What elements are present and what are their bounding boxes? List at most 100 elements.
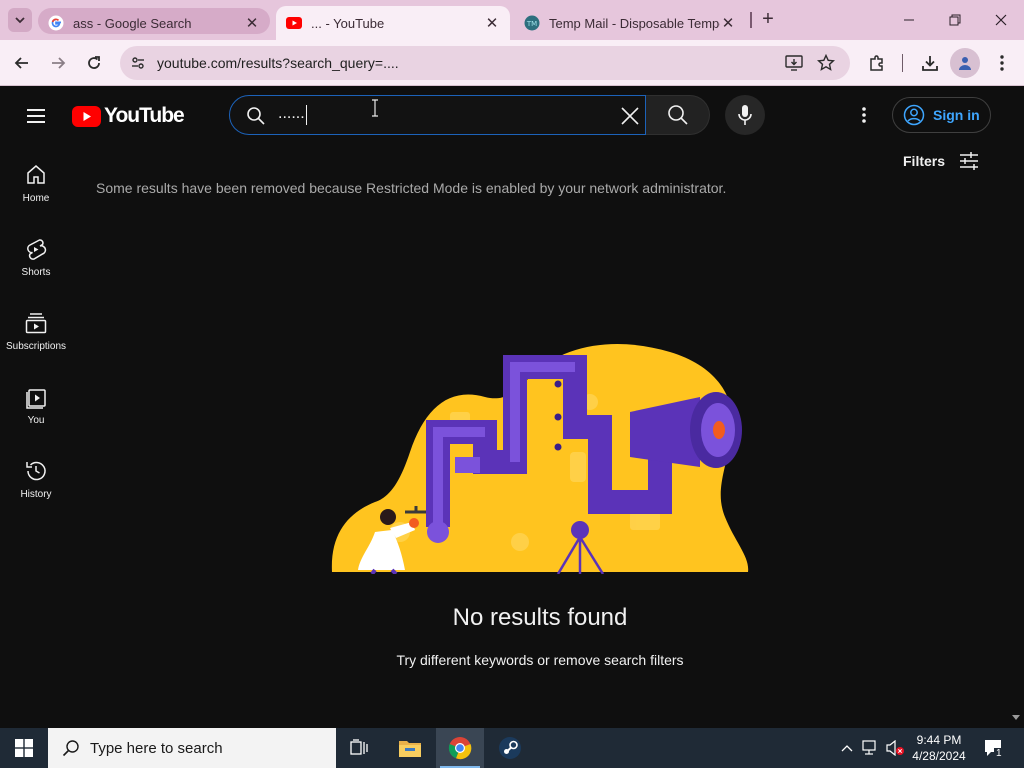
system-clock[interactable]: 9:44 PM 4/28/2024 [906,732,972,764]
steam-taskbar-button[interactable] [486,728,534,768]
guide-item-home[interactable]: Home [4,143,68,217]
account-circle-icon [903,104,925,126]
speaker-muted-icon [886,740,904,756]
scrollbar-down-arrow[interactable] [1012,715,1020,720]
tab-title: ass - Google Search [73,15,192,31]
youtube-logo[interactable]: YouTube [72,104,185,128]
guide-item-shorts[interactable]: Shorts [4,217,68,291]
back-button[interactable] [10,51,34,75]
avatar-icon [959,57,971,70]
text-cursor-icon [372,99,378,117]
history-icon [26,461,46,481]
site-settings-icon[interactable] [128,53,148,73]
restore-button[interactable] [932,0,978,40]
logo-text: YouTube [104,104,185,127]
restore-icon [949,14,961,26]
minimize-icon [904,19,914,21]
close-icon[interactable]: ✕ [720,15,736,32]
filters-button[interactable]: Filters [903,149,981,173]
guide-item-you[interactable]: You [4,365,68,439]
browser-toolbar: youtube.com/results?search_query=.... [0,40,1024,86]
volume-button[interactable] [884,728,906,768]
new-tab-button[interactable]: + [758,9,778,30]
hamburger-line [27,115,45,117]
youtube-play-icon [286,15,302,31]
notification-count: 1 [994,748,1004,759]
close-icon [995,14,1007,26]
start-button[interactable] [0,728,48,768]
youtube-page: YouTube ...... Sign in Home Shorts Subsc… [0,87,1024,728]
kebab-menu-icon [1000,55,1004,71]
sign-in-button[interactable]: Sign in [892,97,991,133]
url-text: youtube.com/results?search_query=.... [157,55,399,71]
search-query-text: ...... [278,105,307,125]
home-icon [27,165,45,184]
network-status-button[interactable] [860,728,882,768]
downloads-button[interactable] [918,51,942,75]
no-results-illustration [331,344,749,574]
shorts-icon [27,239,47,260]
chevron-up-icon [841,745,853,752]
close-window-button[interactable] [978,0,1024,40]
tab-google-search[interactable]: ass - Google Search ✕ [38,6,270,40]
windows-logo-icon [15,739,33,757]
show-hidden-icons-button[interactable] [838,728,856,768]
settings-menu-button[interactable] [852,103,876,127]
chrome-icon [448,737,472,760]
subscriptions-icon [25,313,47,334]
kebab-menu-icon [862,107,866,123]
tab-search-button[interactable] [8,8,32,32]
hamburger-line [27,121,45,123]
guide-item-label: Home [22,193,50,204]
guide-menu-button[interactable] [24,105,48,129]
close-icon[interactable]: ✕ [244,15,260,32]
folder-icon [399,741,421,757]
search-button[interactable] [646,95,710,135]
windows-taskbar: Type here to search 9:44 PM 4/28/2024 1 [0,728,1024,768]
chrome-taskbar-button[interactable] [436,728,484,768]
guide-item-label: History [20,489,52,500]
close-icon[interactable]: ✕ [484,15,500,32]
tab-youtube[interactable]: ... - YouTube ✕ [276,6,510,40]
sign-in-label: Sign in [933,107,980,123]
restricted-mode-notice: Some results have been removed because R… [96,180,727,196]
microphone-icon [738,105,752,125]
guide-item-label: You [27,415,45,426]
reload-icon [88,56,100,69]
search-icon [247,107,265,125]
taskbar-search-placeholder: Type here to search [90,739,223,757]
hamburger-line [27,109,45,111]
search-input[interactable]: ...... [229,95,646,135]
no-results-title: No results found [452,604,628,631]
minimize-button[interactable] [886,0,932,40]
clear-search-icon[interactable] [618,104,642,128]
forward-button[interactable] [46,51,70,75]
address-bar[interactable]: youtube.com/results?search_query=.... [120,46,850,80]
tempmail-icon: TM [524,15,540,31]
clock-time: 9:44 PM [916,733,962,747]
chrome-menu-button[interactable] [990,51,1014,75]
you-icon [26,389,46,409]
profile-button[interactable] [950,48,980,78]
chevron-down-icon [15,17,25,24]
guide-item-subscriptions[interactable]: Subscriptions [4,291,68,365]
task-view-button[interactable] [336,728,384,768]
clock-date: 4/28/2024 [912,749,966,763]
no-results-subtitle: Try different keywords or remove search … [396,652,684,668]
bookmark-star-icon[interactable] [816,53,836,73]
tab-temp-mail[interactable]: TM Temp Mail - Disposable Tempo ✕ [514,6,746,40]
steam-icon [499,737,521,759]
search-icon [667,105,688,125]
voice-search-button[interactable] [725,95,765,135]
file-explorer-button[interactable] [386,728,434,768]
browser-tab-strip: ass - Google Search ✕ ... - YouTube ✕ TM… [0,0,1024,40]
extensions-button[interactable] [865,51,889,75]
guide-item-label: Shorts [21,267,51,278]
taskbar-search-box[interactable]: Type here to search [48,728,336,768]
notification-center-button[interactable]: 1 [980,728,1008,768]
install-app-icon[interactable] [784,53,804,73]
guide-item-history[interactable]: History [4,439,68,513]
tab-separator [750,12,752,28]
download-icon [922,56,938,71]
reload-button[interactable] [82,51,106,75]
